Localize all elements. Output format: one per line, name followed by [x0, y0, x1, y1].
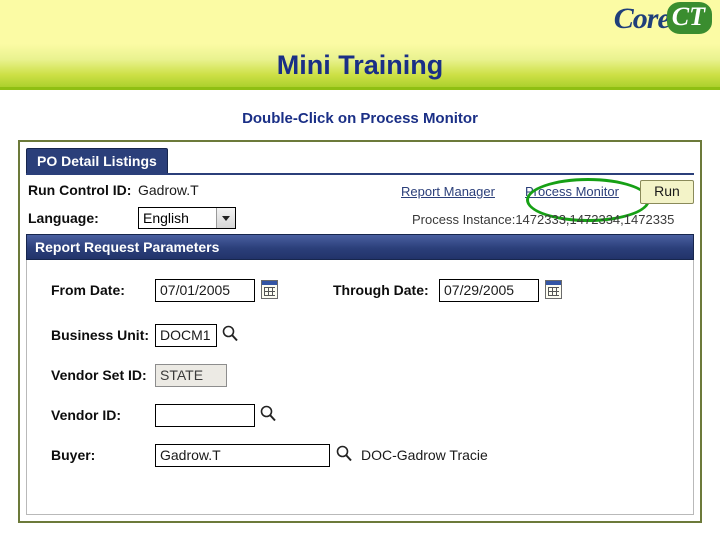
through-date-label: Through Date:	[333, 282, 429, 298]
chevron-down-icon[interactable]	[216, 208, 235, 228]
page-subtitle: Double-Click on Process Monitor	[242, 110, 478, 127]
corect-logo: CoreCT	[614, 2, 712, 36]
screenshot-panel: PO Detail Listings Run Control ID: Gadro…	[18, 140, 702, 523]
run-control-id-label: Run Control ID:	[28, 182, 132, 198]
run-control-id-value: Gadrow.T	[138, 182, 199, 198]
page-title: Mini Training	[276, 50, 444, 80]
business-unit-input[interactable]: DOCM1	[155, 324, 217, 347]
business-unit-label: Business Unit:	[51, 327, 150, 343]
process-instance-text: Process Instance:1472333,1472334,1472335	[412, 212, 675, 227]
from-date-label: From Date:	[51, 282, 125, 298]
magnifier-icon[interactable]	[259, 404, 277, 422]
vendor-set-id-input: STATE	[155, 364, 227, 387]
banner-top	[0, 0, 720, 44]
calendar-icon[interactable]	[545, 280, 562, 299]
screenshot-inner: PO Detail Listings Run Control ID: Gadro…	[20, 142, 700, 521]
report-manager-link[interactable]: Report Manager	[401, 184, 495, 199]
logo-ct-badge: CT	[666, 2, 712, 34]
report-request-parameters-header: Report Request Parameters	[26, 234, 694, 260]
logo-core-text: Core	[613, 2, 671, 35]
report-request-parameters-label: Report Request Parameters	[35, 239, 220, 255]
buyer-input[interactable]: Gadrow.T	[155, 444, 330, 467]
buyer-description: DOC-Gadrow Tracie	[361, 447, 488, 463]
tab-strip: PO Detail Listings	[26, 148, 694, 175]
tab-underline	[26, 173, 694, 175]
from-date-input[interactable]: 07/01/2005	[155, 279, 255, 302]
through-date-input[interactable]: 07/29/2005	[439, 279, 539, 302]
language-select[interactable]: English	[138, 207, 236, 229]
vendor-id-label: Vendor ID:	[51, 407, 122, 423]
vendor-id-input[interactable]	[155, 404, 255, 427]
buyer-label: Buyer:	[51, 447, 96, 463]
magnifier-icon[interactable]	[221, 324, 239, 342]
banner-bottom-rule	[0, 87, 720, 90]
tab-po-detail-listings[interactable]: PO Detail Listings	[26, 148, 168, 173]
language-select-value: English	[143, 210, 189, 226]
language-label: Language:	[28, 210, 99, 226]
report-request-parameters-body: From Date: 07/01/2005 Through Date: 07/2…	[26, 260, 694, 515]
process-monitor-link[interactable]: Process Monitor	[525, 184, 619, 199]
magnifier-icon[interactable]	[335, 444, 353, 462]
calendar-icon[interactable]	[261, 280, 278, 299]
vendor-set-id-label: Vendor Set ID:	[51, 367, 147, 383]
run-button[interactable]: Run	[640, 180, 694, 204]
